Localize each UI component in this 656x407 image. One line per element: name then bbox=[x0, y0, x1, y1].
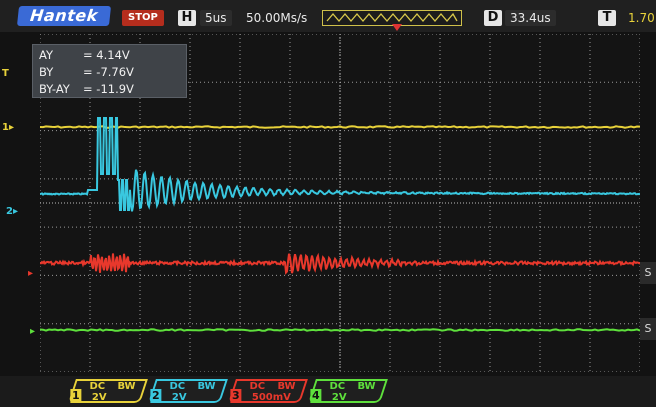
cursor-label: BY-AY bbox=[39, 82, 70, 96]
top-status-bar: Hantek STOP H 5us 50.00Ms/s D 33.4us T 1… bbox=[0, 0, 656, 32]
volts-per-div: 500mV bbox=[251, 392, 291, 403]
volts-per-div: 2V bbox=[331, 392, 347, 403]
cursor-value: = -11.9V bbox=[83, 82, 134, 96]
coupling: DC bbox=[329, 381, 346, 392]
channel-1-settings[interactable]: 1 DC BW 2V bbox=[68, 379, 148, 403]
delay-label: D bbox=[484, 10, 502, 26]
trigger-level-value[interactable]: 1.70 bbox=[628, 10, 655, 26]
cursor-value: = -7.76V bbox=[83, 65, 134, 79]
ch4-waveform bbox=[40, 328, 640, 332]
run-stop-indicator[interactable]: STOP bbox=[122, 10, 164, 26]
ch1-ground-marker-icon[interactable]: 1▸ bbox=[2, 122, 14, 134]
channel-2-settings[interactable]: 2 DC BW 2V bbox=[148, 379, 228, 403]
timebase-value[interactable]: 5us bbox=[200, 10, 232, 26]
cursor-row-by: BY = -7.76V bbox=[33, 64, 186, 80]
channel-number: 2 bbox=[150, 389, 162, 403]
timebase-label: H bbox=[178, 10, 196, 26]
ch3-ground-marker-icon[interactable]: ▸ bbox=[28, 268, 33, 280]
ch4-ground-marker-icon[interactable]: ▸ bbox=[30, 326, 35, 338]
cursor-label: BY bbox=[39, 65, 54, 79]
cursor-a-marker-icon[interactable]: T bbox=[2, 68, 9, 80]
channel-3-settings[interactable]: 3 DC BW 500mV bbox=[228, 379, 308, 403]
delay-value[interactable]: 33.4us bbox=[505, 10, 556, 26]
channel-settings-bar: 1 DC BW 2V 2 DC BW 2V 3 DC BW 500mV 4 DC… bbox=[0, 376, 656, 407]
bandwidth-limit: BW bbox=[357, 381, 376, 392]
ch2-ground-marker-icon[interactable]: 2▸ bbox=[6, 206, 18, 218]
channel-4-settings[interactable]: 4 DC BW 2V bbox=[308, 379, 388, 403]
side-menu-tab-top[interactable]: S bbox=[640, 262, 656, 284]
ch2-waveform bbox=[40, 117, 640, 212]
bandwidth-limit: BW bbox=[197, 381, 216, 392]
volts-per-div: 2V bbox=[171, 392, 187, 403]
side-menu-tab-bottom[interactable]: S bbox=[640, 318, 656, 340]
cursor-row-delta: BY-AY = -11.9V bbox=[33, 81, 186, 97]
sample-rate: 50.00Ms/s bbox=[246, 11, 308, 25]
coupling: DC bbox=[89, 381, 106, 392]
channel-number: 4 bbox=[310, 389, 322, 403]
bandwidth-limit: BW bbox=[277, 381, 296, 392]
cursor-value: = 4.14V bbox=[83, 48, 130, 62]
channel-number: 1 bbox=[70, 389, 82, 403]
coupling: DC bbox=[249, 381, 266, 392]
bandwidth-limit: BW bbox=[117, 381, 136, 392]
trigger-position-arrow-icon bbox=[392, 24, 402, 31]
coupling: DC bbox=[169, 381, 186, 392]
cursor-row-ay: AY = 4.14V bbox=[33, 47, 186, 63]
cursor-readout-panel: AY = 4.14V BY = -7.76V BY-AY = -11.9V bbox=[32, 44, 187, 98]
cursor-label: AY bbox=[39, 48, 53, 62]
hantek-logo: Hantek bbox=[16, 6, 112, 26]
channel-number: 3 bbox=[230, 389, 242, 403]
trigger-label: T bbox=[598, 10, 616, 26]
volts-per-div: 2V bbox=[91, 392, 107, 403]
